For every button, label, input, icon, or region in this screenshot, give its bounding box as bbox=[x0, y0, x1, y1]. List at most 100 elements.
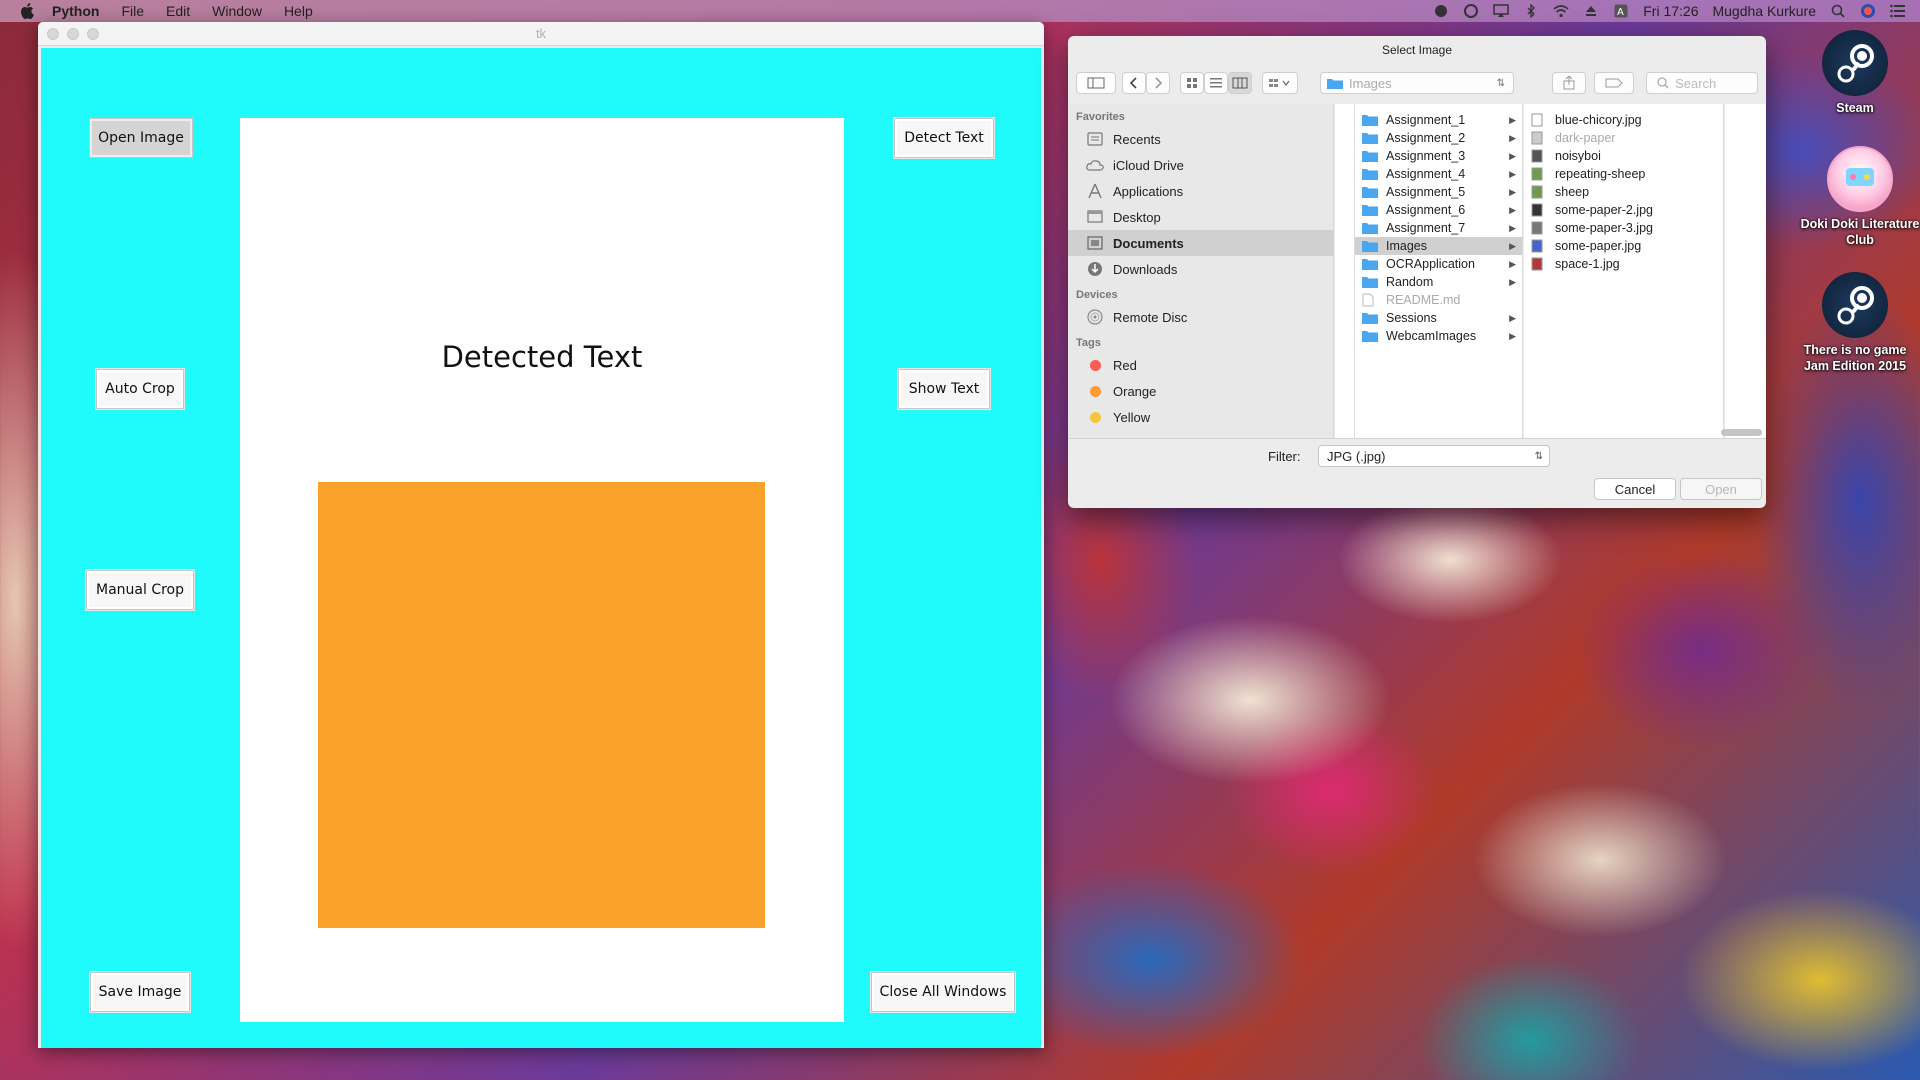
folder-item[interactable]: Assignment_2 ▶ bbox=[1355, 129, 1522, 147]
forward-button[interactable] bbox=[1146, 72, 1170, 94]
status-app-icon[interactable] bbox=[1433, 4, 1449, 18]
file-item[interactable]: some-paper.jpg bbox=[1524, 237, 1723, 255]
updown-arrows-icon: ⇅ bbox=[1534, 450, 1543, 462]
menubar-clock[interactable]: Fri 17:26 bbox=[1643, 3, 1698, 19]
folder-item[interactable]: Assignment_7 ▶ bbox=[1355, 219, 1522, 237]
folder-item[interactable]: WebcamImages ▶ bbox=[1355, 327, 1522, 345]
tk-titlebar[interactable]: tk bbox=[38, 22, 1044, 46]
filter-select[interactable]: JPG (.jpg) ⇅ bbox=[1318, 445, 1550, 467]
recents-icon bbox=[1086, 131, 1104, 147]
menu-help[interactable]: Help bbox=[284, 3, 313, 19]
file-item[interactable]: dark-paper bbox=[1524, 129, 1723, 147]
auto-crop-button[interactable]: Auto Crop bbox=[96, 369, 184, 409]
folder-item[interactable]: OCRApplication ▶ bbox=[1355, 255, 1522, 273]
eject-icon[interactable] bbox=[1583, 4, 1599, 18]
folder-item[interactable]: Assignment_1 ▶ bbox=[1355, 111, 1522, 129]
sidebar-toggle-button[interactable] bbox=[1076, 72, 1116, 94]
horizontal-scrollbar[interactable] bbox=[1721, 429, 1762, 436]
cloud-icon bbox=[1086, 157, 1104, 173]
show-text-button[interactable]: Show Text bbox=[898, 369, 990, 409]
bluetooth-icon[interactable] bbox=[1523, 4, 1539, 18]
folder-icon bbox=[1362, 240, 1378, 252]
sidebar-item-tag-orange[interactable]: Orange bbox=[1068, 378, 1333, 404]
menu-file[interactable]: File bbox=[121, 3, 144, 19]
sidebar-item-documents[interactable]: Documents bbox=[1068, 230, 1333, 256]
minimize-window-button[interactable] bbox=[67, 28, 79, 40]
folder-item[interactable]: Assignment_3 ▶ bbox=[1355, 147, 1522, 165]
folder-item[interactable]: Images ▶ bbox=[1355, 237, 1522, 255]
folder-item-label: Assignment_1 bbox=[1386, 113, 1466, 127]
apple-icon[interactable] bbox=[20, 3, 36, 19]
folder-item[interactable]: README.md bbox=[1355, 291, 1522, 309]
menubar-user[interactable]: Mugdha Kurkure bbox=[1712, 3, 1816, 19]
back-button[interactable] bbox=[1122, 72, 1146, 94]
arrange-button[interactable] bbox=[1262, 72, 1298, 94]
folder-item[interactable]: Sessions ▶ bbox=[1355, 309, 1522, 327]
folder-item-label: README.md bbox=[1386, 293, 1461, 307]
wifi-icon[interactable] bbox=[1553, 4, 1569, 18]
folder-item[interactable]: Assignment_5 ▶ bbox=[1355, 183, 1522, 201]
sidebar-item-downloads[interactable]: Downloads bbox=[1068, 256, 1333, 282]
airplay-icon[interactable] bbox=[1493, 4, 1509, 18]
status-app2-icon[interactable] bbox=[1463, 4, 1479, 18]
sidebar-item-remote-disc[interactable]: Remote Disc bbox=[1068, 304, 1333, 330]
image-file-icon bbox=[1531, 239, 1547, 253]
sidebar-item-recents[interactable]: Recents bbox=[1068, 126, 1333, 152]
file-item[interactable]: space-1.jpg bbox=[1524, 255, 1723, 273]
folder-item[interactable]: Assignment_6 ▶ bbox=[1355, 201, 1522, 219]
file-item[interactable]: noisyboi bbox=[1524, 147, 1723, 165]
list-view-button[interactable] bbox=[1204, 72, 1228, 94]
spotlight-search-icon[interactable] bbox=[1830, 4, 1846, 18]
file-item[interactable]: repeating-sheep bbox=[1524, 165, 1723, 183]
desktop-icon-ddlc[interactable]: Doki Doki Literature Club bbox=[1795, 146, 1920, 248]
path-popup[interactable]: Images ⇅ bbox=[1320, 72, 1514, 94]
select-image-dialog: Select Image Images ⇅ Search Favorites R… bbox=[1068, 36, 1766, 508]
folder-item-label: Images bbox=[1386, 239, 1427, 253]
image-file-icon bbox=[1531, 149, 1547, 163]
file-item[interactable]: blue-chicory.jpg bbox=[1524, 111, 1723, 129]
zoom-window-button[interactable] bbox=[87, 28, 99, 40]
folder-item[interactable]: Random ▶ bbox=[1355, 273, 1522, 291]
input-source-icon[interactable]: A bbox=[1613, 4, 1629, 18]
notification-center-icon[interactable] bbox=[1890, 4, 1906, 18]
menu-edit[interactable]: Edit bbox=[166, 3, 190, 19]
file-item[interactable]: sheep bbox=[1524, 183, 1723, 201]
icon-view-button[interactable] bbox=[1180, 72, 1204, 94]
sidebar-item-icloud[interactable]: iCloud Drive bbox=[1068, 152, 1333, 178]
folder-icon bbox=[1327, 79, 1343, 89]
sidebar-item-tag-red[interactable]: Red bbox=[1068, 352, 1333, 378]
column-view-button[interactable] bbox=[1228, 72, 1252, 94]
close-window-button[interactable] bbox=[47, 28, 59, 40]
menu-app-python[interactable]: Python bbox=[52, 3, 99, 19]
open-image-button[interactable]: Open Image bbox=[89, 118, 193, 158]
tag-button[interactable] bbox=[1594, 72, 1634, 94]
folder-column[interactable]: Assignment_1 ▶ Assignment_2 ▶ Assignment_3 ▶ A… bbox=[1355, 104, 1523, 438]
desktop-icon bbox=[1086, 209, 1104, 225]
folder-icon bbox=[1362, 186, 1378, 198]
cancel-button[interactable]: Cancel bbox=[1594, 478, 1676, 500]
folder-item[interactable]: Assignment_4 ▶ bbox=[1355, 165, 1522, 183]
folder-icon bbox=[1362, 258, 1378, 270]
file-item-label: blue-chicory.jpg bbox=[1555, 113, 1642, 127]
search-field[interactable]: Search bbox=[1646, 72, 1758, 94]
filter-row: Filter: JPG (.jpg) ⇅ bbox=[1068, 438, 1766, 474]
save-image-button[interactable]: Save Image bbox=[90, 972, 190, 1012]
file-column[interactable]: blue-chicory.jpg dark-paper noisyboi repeat… bbox=[1524, 104, 1724, 438]
siri-icon[interactable] bbox=[1860, 4, 1876, 18]
disclosure-arrow-icon: ▶ bbox=[1509, 330, 1516, 341]
sidebar-item-applications[interactable]: Applications bbox=[1068, 178, 1333, 204]
sidebar-item-tag-yellow[interactable]: Yellow bbox=[1068, 404, 1333, 430]
folder-icon bbox=[1362, 204, 1378, 216]
yellow-tag-icon bbox=[1086, 409, 1104, 425]
close-all-windows-button[interactable]: Close All Windows bbox=[871, 972, 1015, 1012]
open-button[interactable]: Open bbox=[1680, 478, 1762, 500]
sidebar-item-desktop[interactable]: Desktop bbox=[1068, 204, 1333, 230]
menu-window[interactable]: Window bbox=[212, 3, 262, 19]
share-button[interactable] bbox=[1552, 72, 1586, 94]
desktop-icon-no-game[interactable]: There is no game Jam Edition 2015 bbox=[1790, 272, 1920, 374]
detect-text-button[interactable]: Detect Text bbox=[894, 118, 994, 158]
file-item[interactable]: some-paper-2.jpg bbox=[1524, 201, 1723, 219]
manual-crop-button[interactable]: Manual Crop bbox=[86, 570, 194, 610]
desktop-icon-steam[interactable]: Steam bbox=[1790, 30, 1920, 116]
file-item[interactable]: some-paper-3.jpg bbox=[1524, 219, 1723, 237]
